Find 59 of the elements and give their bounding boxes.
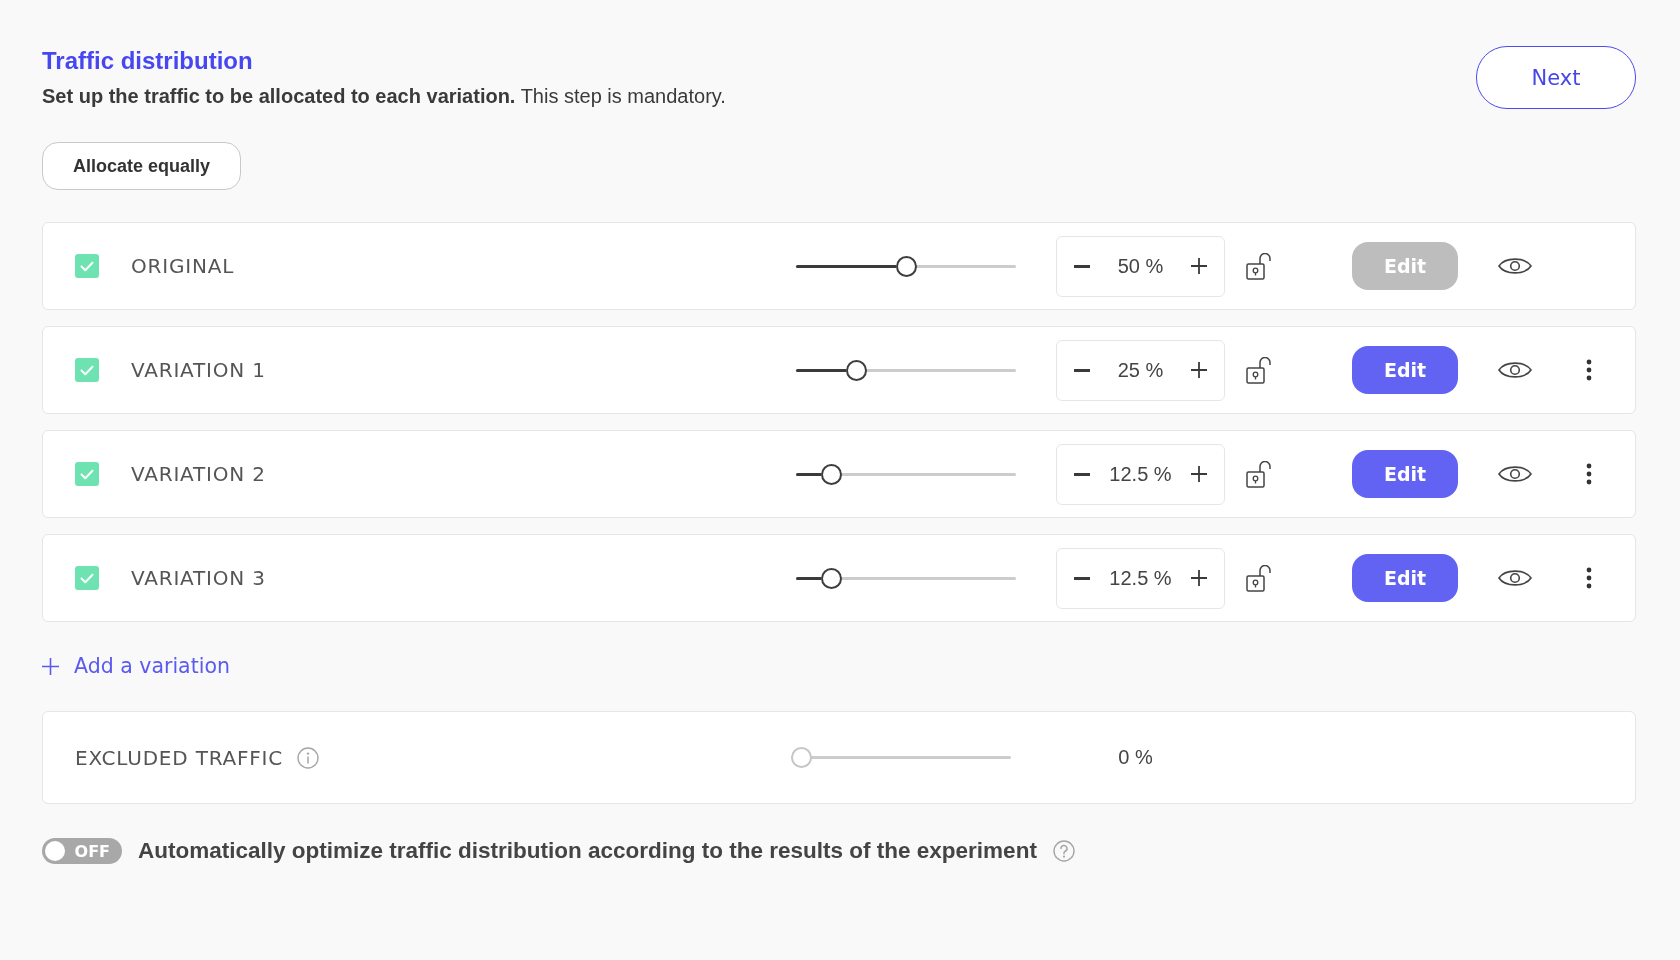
plus-icon[interactable]: [1191, 362, 1207, 378]
variation-name: VARIATION 2: [131, 462, 266, 486]
slider-fill: [796, 472, 821, 476]
page-title: Traffic distribution: [42, 46, 253, 76]
plus-icon: [42, 657, 59, 675]
plus-icon[interactable]: [1191, 570, 1207, 586]
variation-name: VARIATION 1: [131, 358, 266, 382]
percent-value: 50 %: [1117, 254, 1164, 278]
toggle-switch[interactable]: OFF: [42, 838, 122, 864]
check-icon: [80, 468, 94, 480]
edit-button[interactable]: Edit: [1352, 450, 1458, 498]
plus-icon[interactable]: [1191, 258, 1207, 274]
slider-thumb[interactable]: [845, 359, 867, 381]
plus-icon[interactable]: [1191, 466, 1207, 482]
auto-optimize-label: Automatically optimize traffic distribution according to the results of the experiment: [138, 838, 1037, 864]
open-padlock-icon[interactable]: [1246, 356, 1272, 384]
check-icon: [80, 572, 94, 584]
minus-icon[interactable]: [1074, 576, 1090, 580]
page-subtitle: Set up the traffic to be allocated to each variation. This step is mandatory.: [42, 84, 726, 108]
excluded-percent-value: 0 %: [1117, 746, 1154, 769]
slider-fill: [796, 368, 846, 372]
percent-value: 25 %: [1117, 358, 1164, 382]
edit-button[interactable]: Edit: [1352, 554, 1458, 602]
next-button[interactable]: Next: [1476, 46, 1636, 109]
eye-icon[interactable]: [1498, 360, 1532, 380]
variation-name: VARIATION 3: [131, 566, 266, 590]
slider-thumb[interactable]: [820, 567, 842, 589]
minus-icon[interactable]: [1074, 368, 1090, 372]
eye-icon[interactable]: [1498, 568, 1532, 588]
more-icon[interactable]: [1586, 463, 1592, 485]
add-variation-link[interactable]: Add a variation: [42, 654, 230, 678]
slider-thumb[interactable]: [895, 255, 917, 277]
eye-icon[interactable]: [1498, 256, 1532, 276]
edit-button[interactable]: Edit: [1352, 346, 1458, 394]
more-icon[interactable]: [1586, 567, 1592, 589]
check-icon: [80, 364, 94, 376]
toggle-knob: [45, 841, 65, 861]
info-icon: [297, 746, 320, 769]
allocate-equally-button[interactable]: Allocate equally: [42, 142, 242, 190]
open-padlock-icon[interactable]: [1246, 564, 1272, 592]
checkbox[interactable]: [75, 254, 99, 278]
checkbox[interactable]: [75, 358, 99, 382]
check-icon: [80, 260, 94, 272]
variation-name: ORIGINAL: [131, 254, 235, 278]
excluded-traffic-label: EXCLUDED TRAFFIC: [75, 745, 284, 770]
slider-thumb[interactable]: [820, 463, 842, 485]
more-icon[interactable]: [1586, 359, 1592, 381]
slider-fill: [796, 576, 821, 580]
minus-icon[interactable]: [1074, 264, 1090, 268]
open-padlock-icon[interactable]: [1246, 460, 1272, 488]
checkbox[interactable]: [75, 462, 99, 486]
checkbox[interactable]: [75, 566, 99, 590]
percent-value: 12.5 %: [1109, 566, 1172, 590]
minus-icon[interactable]: [1074, 472, 1090, 476]
help-icon: [1052, 840, 1075, 862]
open-padlock-icon[interactable]: [1246, 252, 1272, 280]
edit-button: Edit: [1352, 242, 1458, 290]
percent-value: 12.5 %: [1109, 462, 1172, 486]
eye-icon[interactable]: [1498, 464, 1532, 484]
